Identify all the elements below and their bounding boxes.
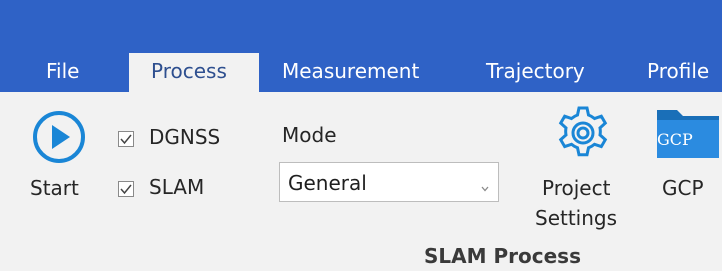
tab-file-label: File	[46, 59, 80, 83]
gcp-label: GCP	[662, 176, 704, 200]
slam-label: SLAM	[149, 175, 205, 199]
tab-trajectory-label: Trajectory	[486, 59, 585, 83]
check-icon	[120, 134, 132, 145]
start-label: Start	[30, 176, 79, 200]
mode-select-value: General	[288, 171, 367, 195]
chevron-down-icon	[480, 178, 490, 197]
dgnss-check-box	[118, 131, 134, 147]
project-settings-button[interactable]: Project Settings	[530, 100, 642, 238]
slam-checkbox[interactable]: SLAM	[117, 175, 247, 201]
play-circle-icon	[32, 110, 86, 168]
dgnss-checkbox[interactable]: DGNSS	[117, 125, 247, 151]
group-label-slam-process: SLAM Process	[424, 244, 581, 268]
gcp-icon-text: GCP	[657, 130, 693, 149]
tab-file[interactable]: File	[34, 53, 98, 92]
slam-check-box	[118, 181, 134, 197]
gcp-button[interactable]: GCP GCP	[652, 100, 722, 210]
tab-profile[interactable]: Profile	[647, 53, 722, 92]
mode-select[interactable]: General	[279, 162, 499, 202]
tab-trajectory[interactable]: Trajectory	[486, 53, 611, 92]
tab-measurement-label: Measurement	[282, 59, 420, 83]
tab-process[interactable]: Process	[129, 53, 259, 92]
tab-measurement[interactable]: Measurement	[282, 53, 452, 92]
check-icon	[120, 184, 132, 195]
mode-label: Mode	[282, 123, 337, 147]
settings-label: Settings	[535, 206, 618, 230]
tab-profile-label: Profile	[647, 59, 710, 83]
tab-process-label: Process	[151, 59, 227, 83]
dgnss-label: DGNSS	[149, 125, 221, 149]
project-label: Project	[542, 176, 611, 200]
gear-icon	[552, 102, 614, 168]
start-button[interactable]: Start	[24, 104, 94, 214]
